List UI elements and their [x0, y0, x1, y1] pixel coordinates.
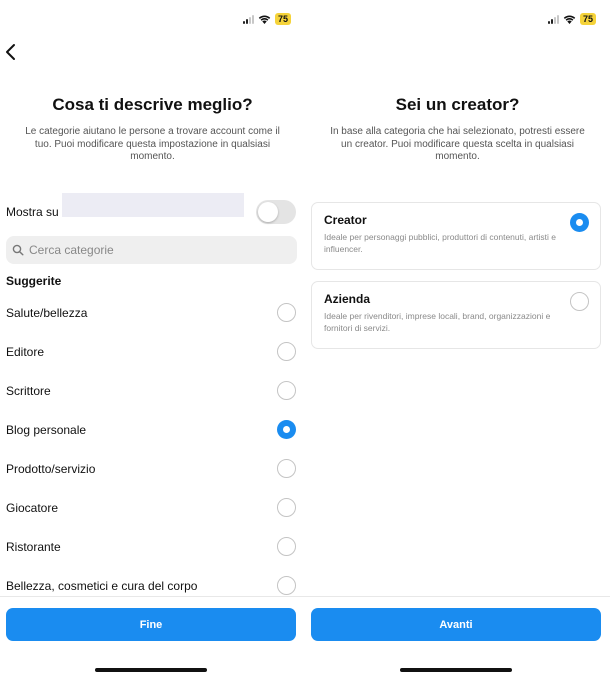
section-title: Suggerite [6, 274, 62, 288]
category-row[interactable]: Blog personale [0, 410, 305, 449]
category-label: Prodotto/servizio [6, 461, 96, 476]
radio-button[interactable] [277, 303, 296, 322]
home-indicator [400, 668, 512, 672]
category-list: Salute/bellezza Editore Scrittore Blog p… [0, 293, 305, 595]
radio-button[interactable] [277, 381, 296, 400]
category-row[interactable]: Giocatore [0, 488, 305, 527]
option-title: Azienda [324, 292, 371, 306]
option-description: Ideale per rivenditori, imprese locali, … [324, 311, 551, 333]
category-label: Scrittore [6, 383, 51, 398]
category-label: Editore [6, 344, 45, 359]
radio-button-selected[interactable] [570, 213, 589, 232]
done-button[interactable]: Fine [6, 608, 296, 641]
search-input[interactable] [29, 236, 297, 264]
category-label: Ristorante [6, 539, 61, 554]
next-button[interactable]: Avanti [311, 608, 601, 641]
category-row[interactable]: Scrittore [0, 371, 305, 410]
category-label: Blog personale [6, 422, 87, 437]
category-row[interactable]: Salute/bellezza [0, 293, 305, 332]
status-bar: 75 [242, 12, 291, 26]
option-description: Ideale per personaggi pubblici, produtto… [324, 232, 557, 254]
category-row[interactable]: Bellezza, cosmetici e cura del corpo [0, 566, 305, 595]
footer-divider [0, 596, 305, 597]
category-screen: 75 Cosa ti descrive meglio? Le categorie… [0, 0, 305, 679]
chevron-left-icon [6, 44, 15, 60]
page-title: Cosa ti descrive meglio? [52, 95, 253, 114]
battery-indicator: 75 [274, 13, 291, 25]
toggle-knob [258, 202, 278, 222]
cellular-signal-icon [547, 14, 559, 24]
radio-button[interactable] [277, 342, 296, 361]
radio-button[interactable] [277, 498, 296, 517]
wifi-icon [258, 15, 271, 24]
radio-button[interactable] [570, 292, 589, 311]
category-label: Giocatore [6, 500, 59, 515]
battery-indicator: 75 [579, 13, 596, 25]
category-row[interactable]: Editore [0, 332, 305, 371]
page-title: Sei un creator? [395, 95, 520, 114]
category-row[interactable]: Ristorante [0, 527, 305, 566]
home-indicator [95, 668, 207, 672]
option-card-business[interactable]: Azienda Ideale per rivenditori, imprese … [311, 281, 601, 349]
option-card-creator[interactable]: Creator Ideale per personaggi pubblici, … [311, 202, 601, 270]
show-on-profile-toggle[interactable] [256, 200, 296, 224]
cellular-signal-icon [242, 14, 254, 24]
radio-button[interactable] [277, 459, 296, 478]
search-bar[interactable] [6, 236, 297, 264]
category-label: Bellezza, cosmetici e cura del corpo [6, 578, 198, 593]
option-title: Creator [324, 213, 367, 227]
wifi-icon [563, 15, 576, 24]
back-button[interactable] [2, 40, 22, 64]
category-row[interactable]: Prodotto/servizio [0, 449, 305, 488]
status-bar: 75 [547, 12, 596, 26]
account-type-screen: 75 Sei un creator? In base alla categori… [305, 0, 610, 679]
page-subtitle: Le categorie aiutano le persone a trovar… [25, 126, 280, 162]
footer-divider [305, 596, 610, 597]
radio-button-selected[interactable] [277, 420, 296, 439]
page-subtitle: In base alla categoria che hai seleziona… [330, 126, 585, 162]
show-on-profile-label: Mostra su [6, 205, 59, 219]
category-label: Salute/bellezza [6, 305, 88, 320]
redacted-area [62, 193, 244, 217]
search-icon [12, 244, 24, 256]
radio-button[interactable] [277, 576, 296, 595]
radio-button[interactable] [277, 537, 296, 556]
